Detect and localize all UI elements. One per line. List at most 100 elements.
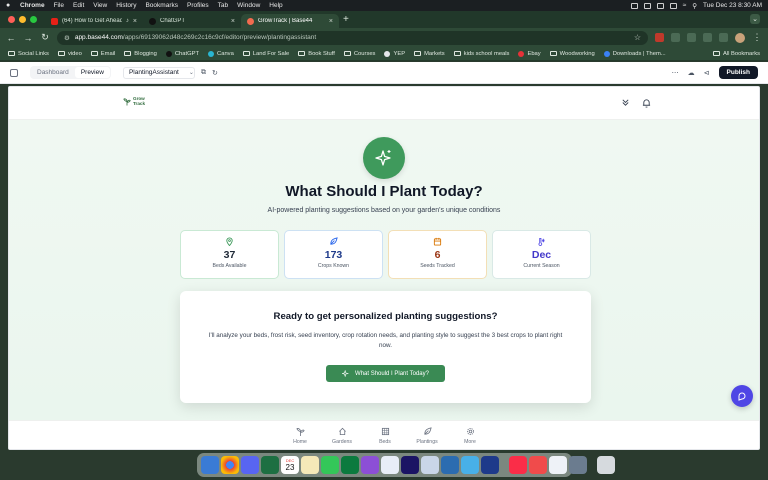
side-panel-icon[interactable] — [719, 33, 728, 42]
messages-icon[interactable] — [321, 456, 339, 474]
discord-icon[interactable] — [241, 456, 259, 474]
address-bar[interactable]: ⚙ app.base44.com/apps/69139062d48c269c2c… — [57, 30, 648, 45]
status-icon[interactable] — [656, 2, 664, 9]
premiere-icon[interactable] — [401, 456, 419, 474]
menubar-window[interactable]: Window — [237, 2, 260, 9]
bell-icon[interactable] — [642, 98, 651, 108]
battery-icon[interactable] — [669, 2, 677, 9]
back-arrow-icon[interactable]: ← — [6, 33, 16, 43]
menubar-file[interactable]: File — [54, 2, 64, 9]
open-external-icon[interactable]: ⧉ — [201, 69, 206, 77]
browser-tab-chatgpt[interactable]: ChatGPT × — [143, 14, 241, 28]
app-icon[interactable] — [461, 456, 479, 474]
menubar-help[interactable]: Help — [269, 2, 282, 9]
close-tab-icon[interactable]: × — [231, 18, 235, 25]
nav-item-beds[interactable]: Beds — [365, 427, 405, 445]
tab-preview[interactable]: Preview — [74, 67, 110, 78]
search-icon[interactable]: ⚲ — [692, 2, 697, 10]
trash-icon[interactable] — [597, 456, 615, 474]
bookmark-yep[interactable]: YEP — [384, 50, 406, 57]
nav-item-more[interactable]: More — [450, 427, 490, 445]
close-tab-icon[interactable]: × — [329, 18, 333, 25]
calendar-app-icon[interactable]: DEC 23 — [281, 456, 299, 474]
app-icon[interactable] — [549, 456, 567, 474]
app-icon[interactable] — [481, 456, 499, 474]
menubar-profiles[interactable]: Profiles — [187, 2, 209, 9]
more-options-icon[interactable]: ⋯ — [672, 69, 679, 77]
tab-dashboard[interactable]: Dashboard — [31, 67, 75, 78]
site-info-icon[interactable]: ⚙ — [64, 34, 70, 42]
app-icon[interactable] — [341, 456, 359, 474]
excel-icon[interactable] — [261, 456, 279, 474]
maximize-window-button[interactable] — [30, 16, 37, 23]
music-icon[interactable] — [509, 456, 527, 474]
bookmark-ebay[interactable]: Ebay — [518, 50, 541, 57]
extensions-puzzle-icon[interactable] — [687, 33, 696, 42]
menubar-clock[interactable]: Tue Dec 23 8:30 AM — [703, 2, 762, 9]
bookmark-downloads[interactable]: Downloads | Them... — [603, 50, 666, 57]
app-icon[interactable] — [441, 456, 459, 474]
collapse-icon[interactable] — [621, 98, 630, 107]
bookmark-blogging[interactable]: Blogging — [124, 51, 157, 57]
share-icon[interactable]: ⊲ — [704, 69, 710, 77]
nav-item-home[interactable]: Home — [280, 427, 320, 445]
menubar-bookmarks[interactable]: Bookmarks — [145, 2, 178, 9]
bookmark-video[interactable]: video — [57, 51, 82, 57]
all-bookmarks[interactable]: All Bookmarks — [712, 51, 760, 57]
page-selector[interactable]: PlantingAssistant ⌄ — [122, 66, 195, 79]
close-window-button[interactable] — [8, 16, 15, 23]
bookmark-label: YEP — [393, 50, 406, 57]
bookmark-social-links[interactable]: Social Links — [8, 51, 49, 57]
menubar-history[interactable]: History — [116, 2, 136, 9]
app-icon[interactable] — [569, 456, 587, 474]
bookmark-land-for-sale[interactable]: Land For Sale — [242, 51, 289, 57]
menubar-tab[interactable]: Tab — [218, 2, 228, 9]
speaker-icon[interactable]: ♪ — [126, 18, 129, 24]
menubar-view[interactable]: View — [93, 2, 107, 9]
chrome-icon[interactable] — [221, 456, 239, 474]
browser-tab-growtrack[interactable]: GrowTrack | Base44 × — [241, 14, 339, 28]
menubar-edit[interactable]: Edit — [73, 2, 84, 9]
bookmark-star-icon[interactable]: ☆ — [634, 33, 641, 42]
news-icon[interactable] — [529, 456, 547, 474]
notes-icon[interactable] — [301, 456, 319, 474]
extension-icon[interactable] — [655, 33, 664, 42]
status-icon[interactable] — [643, 2, 651, 9]
growtrack-logo[interactable]: Grow Track — [123, 96, 145, 106]
profile-avatar[interactable] — [735, 32, 745, 43]
bookmark-chatgpt[interactable]: ChatGPT — [165, 50, 199, 57]
publish-button[interactable]: Publish — [718, 66, 758, 79]
tab-search-chevron-icon[interactable]: ⌄ — [750, 14, 760, 24]
bookmark-email[interactable]: Email — [90, 51, 115, 57]
download-icon[interactable] — [703, 33, 712, 42]
wifi-icon[interactable]: ≈ — [683, 2, 687, 9]
bug-icon[interactable]: ☁ — [688, 69, 695, 77]
preview-icon[interactable] — [421, 456, 439, 474]
close-tab-icon[interactable]: × — [133, 18, 137, 25]
bookmark-woodworking[interactable]: Woodworking — [549, 51, 595, 57]
sidebar-toggle-icon[interactable] — [10, 68, 18, 77]
new-tab-button[interactable]: + — [339, 14, 355, 28]
minimize-window-button[interactable] — [19, 16, 26, 23]
apple-menu-icon[interactable]: ● — [6, 2, 14, 9]
plant-today-button[interactable]: What Should I Plant Today? — [326, 365, 445, 382]
menubar-app-name[interactable]: Chrome — [20, 2, 45, 9]
reload-icon[interactable]: ↻ — [40, 32, 50, 43]
bookmark-markets[interactable]: Markets — [414, 51, 445, 57]
nav-item-plantings[interactable]: Plantings — [407, 427, 447, 445]
bookmark-courses[interactable]: Courses — [343, 51, 375, 57]
extension-icon[interactable] — [671, 33, 680, 42]
chat-assistant-button[interactable] — [731, 385, 753, 407]
bookmark-kids-school-meals[interactable]: kids school meals — [453, 51, 509, 57]
bookmark-book-stuff[interactable]: Book Stuff — [298, 51, 335, 57]
browser-tab-youtube[interactable]: (64) How to Get Ahead o ♪ × — [45, 14, 143, 28]
nav-item-gardens[interactable]: Gardens — [322, 427, 362, 445]
refresh-icon[interactable]: ↻ — [212, 69, 218, 77]
finder-icon[interactable] — [201, 456, 219, 474]
bookmark-canva[interactable]: Canva — [208, 50, 234, 57]
app-icon[interactable] — [361, 456, 379, 474]
app-icon[interactable] — [381, 456, 399, 474]
forward-arrow-icon[interactable]: → — [23, 33, 33, 43]
chrome-menu-icon[interactable]: ⋮ — [752, 32, 762, 43]
status-icon[interactable] — [630, 2, 638, 9]
